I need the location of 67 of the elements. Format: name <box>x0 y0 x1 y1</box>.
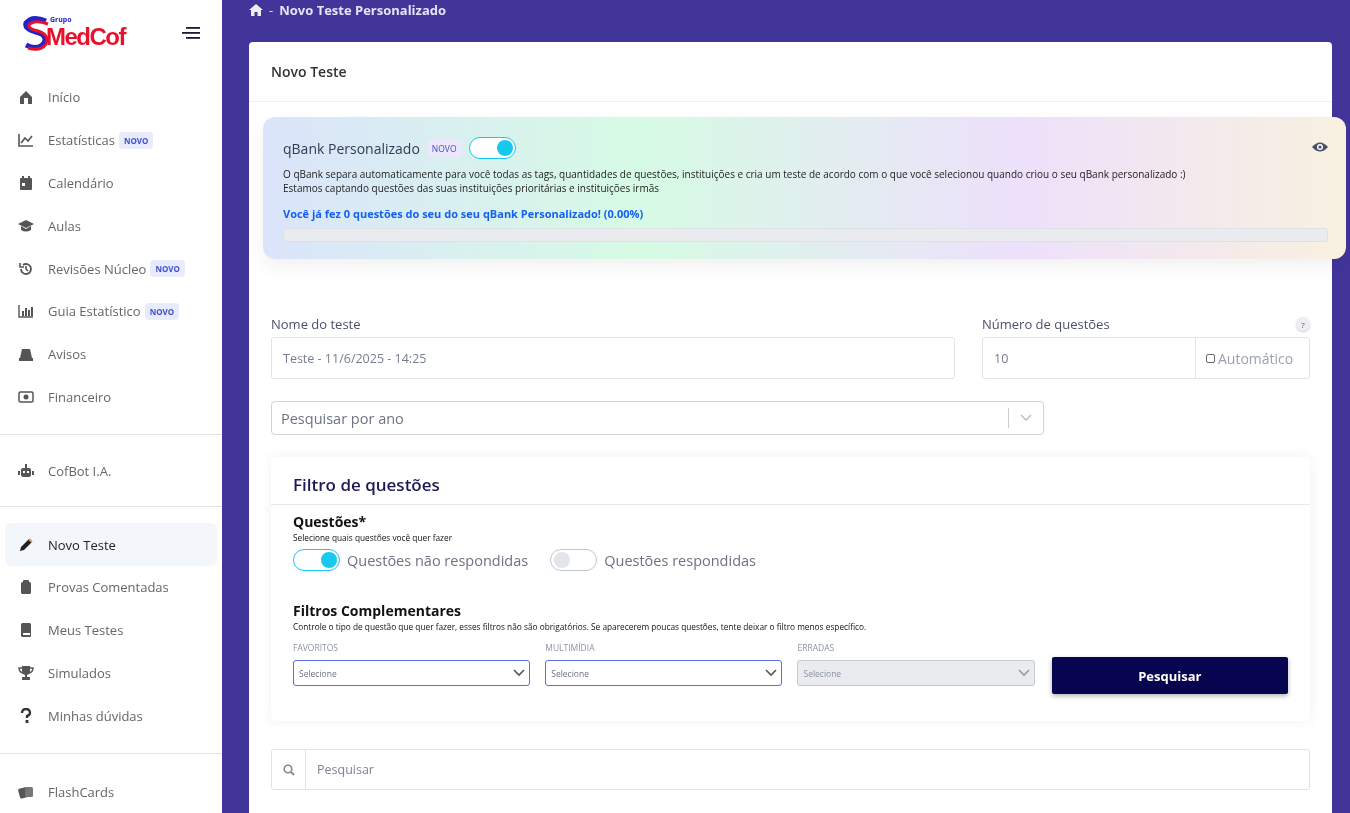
sidebar-item[interactable]: Estatísticas NOVO <box>5 118 217 162</box>
toggle-switch[interactable] <box>550 549 598 571</box>
filter-select[interactable]: Selecione <box>545 660 783 686</box>
sidebar-item[interactable]: FlashCards <box>5 770 217 813</box>
sidebar-item[interactable]: CofBot I.A. <box>5 449 217 493</box>
section-hint: Selecione quais questões você quer fazer <box>293 532 454 543</box>
chevron-down-icon <box>513 669 526 677</box>
year-select[interactable]: Pesquisar por ano <box>271 401 1044 435</box>
select-label: FAVORITOS <box>293 642 338 653</box>
banknote-icon <box>18 389 34 405</box>
sidebar-item[interactable]: Financeiro <box>5 375 217 419</box>
house-icon <box>18 89 34 106</box>
help-button[interactable]: ? <box>1296 317 1310 331</box>
toggle-switch[interactable] <box>468 137 516 159</box>
search-icon <box>282 763 295 776</box>
toggle-label: Questões não respondidas <box>347 550 529 570</box>
section-heading: Filtros Complementares <box>293 601 462 620</box>
calendar-icon <box>18 175 34 192</box>
sidebar-item[interactable]: Avisos <box>5 332 217 376</box>
filter-select[interactable]: Selecione <box>293 660 531 686</box>
sidebar-item[interactable]: Provas Comentadas <box>5 566 217 609</box>
sidebar-item[interactable]: Guia Estatístico NOVO <box>5 290 217 333</box>
qbank-description: O qBank separa automaticamente para você todas as tags, quantidades de questões, instituições e cria um teste de acordo com o que você selecionou quando criou o seu qBank personalizado :) <box>283 167 1187 181</box>
field-label: Nome do teste <box>271 315 361 333</box>
book-icon <box>18 622 34 639</box>
sidebar-item[interactable]: Simulados <box>5 651 217 695</box>
home-icon[interactable] <box>249 4 263 16</box>
question-mark-icon <box>18 707 34 724</box>
toggle-switch[interactable] <box>293 549 340 571</box>
sidebar-item[interactable]: Aulas <box>5 204 217 248</box>
filter-title: Filtro de questões <box>293 473 440 496</box>
sidebar-item[interactable]: Meus Testes <box>5 608 217 652</box>
progress-text: Você já fez 0 questões do seu do seu qBank Personalizado! (0.00%) <box>283 206 645 221</box>
toggle-label: Questões respondidas <box>604 550 756 570</box>
sidebar-item[interactable]: Novo Teste <box>5 523 217 566</box>
breadcrumb-title: Novo Teste Personalizado <box>279 1 447 19</box>
new-badge: NOVO <box>118 131 154 149</box>
new-badge: NOVO <box>144 302 180 320</box>
line-chart-icon <box>18 132 34 149</box>
clipboard-icon <box>18 579 34 596</box>
trophy-icon <box>18 665 34 681</box>
search-field[interactable]: Pesquisar <box>271 749 1310 790</box>
select-label: MULTIMÍDIA <box>545 642 595 653</box>
pencil-icon <box>18 536 34 553</box>
sidebar-item[interactable]: Minhas dúvidas <box>5 694 217 738</box>
menu-icon[interactable] <box>182 26 200 39</box>
chevron-down-icon <box>765 669 778 677</box>
sidebar-item[interactable]: Revisões Núcleo NOVO <box>5 247 217 291</box>
section-hint: Controle o tipo de questão que quer fazer, esses filtros não são obrigatórios. Se aparecerem poucas questões, tente deixar o filtro menos específico. <box>293 621 868 632</box>
search-button[interactable]: Pesquisar <box>1051 657 1288 694</box>
field-label: Número de questões <box>982 315 1110 333</box>
sidebar-item[interactable]: Início <box>5 76 217 119</box>
sidebar-item[interactable]: Calendário <box>5 161 217 205</box>
robot-icon <box>18 462 34 479</box>
card-title: Novo Teste <box>271 62 347 81</box>
qbank-title: qBank Personalizado <box>283 138 420 158</box>
test-name-field[interactable]: Teste - 11/6/2025 - 14:25 <box>271 337 955 379</box>
breadcrumb-separator: - <box>269 1 274 19</box>
section-heading: Questões* <box>293 512 368 531</box>
select-label: ERRADAS <box>797 642 835 653</box>
history-icon <box>18 260 34 277</box>
bar-chart-icon <box>18 303 34 320</box>
chevron-down-icon <box>1017 669 1030 677</box>
qbank-description: Estamos captando questões das suas instituições prioritárias e instituições irmãs <box>283 181 661 195</box>
eye-icon[interactable] <box>1312 141 1328 153</box>
new-badge: NOVO <box>150 260 185 278</box>
new-badge: NOVO <box>427 139 461 157</box>
